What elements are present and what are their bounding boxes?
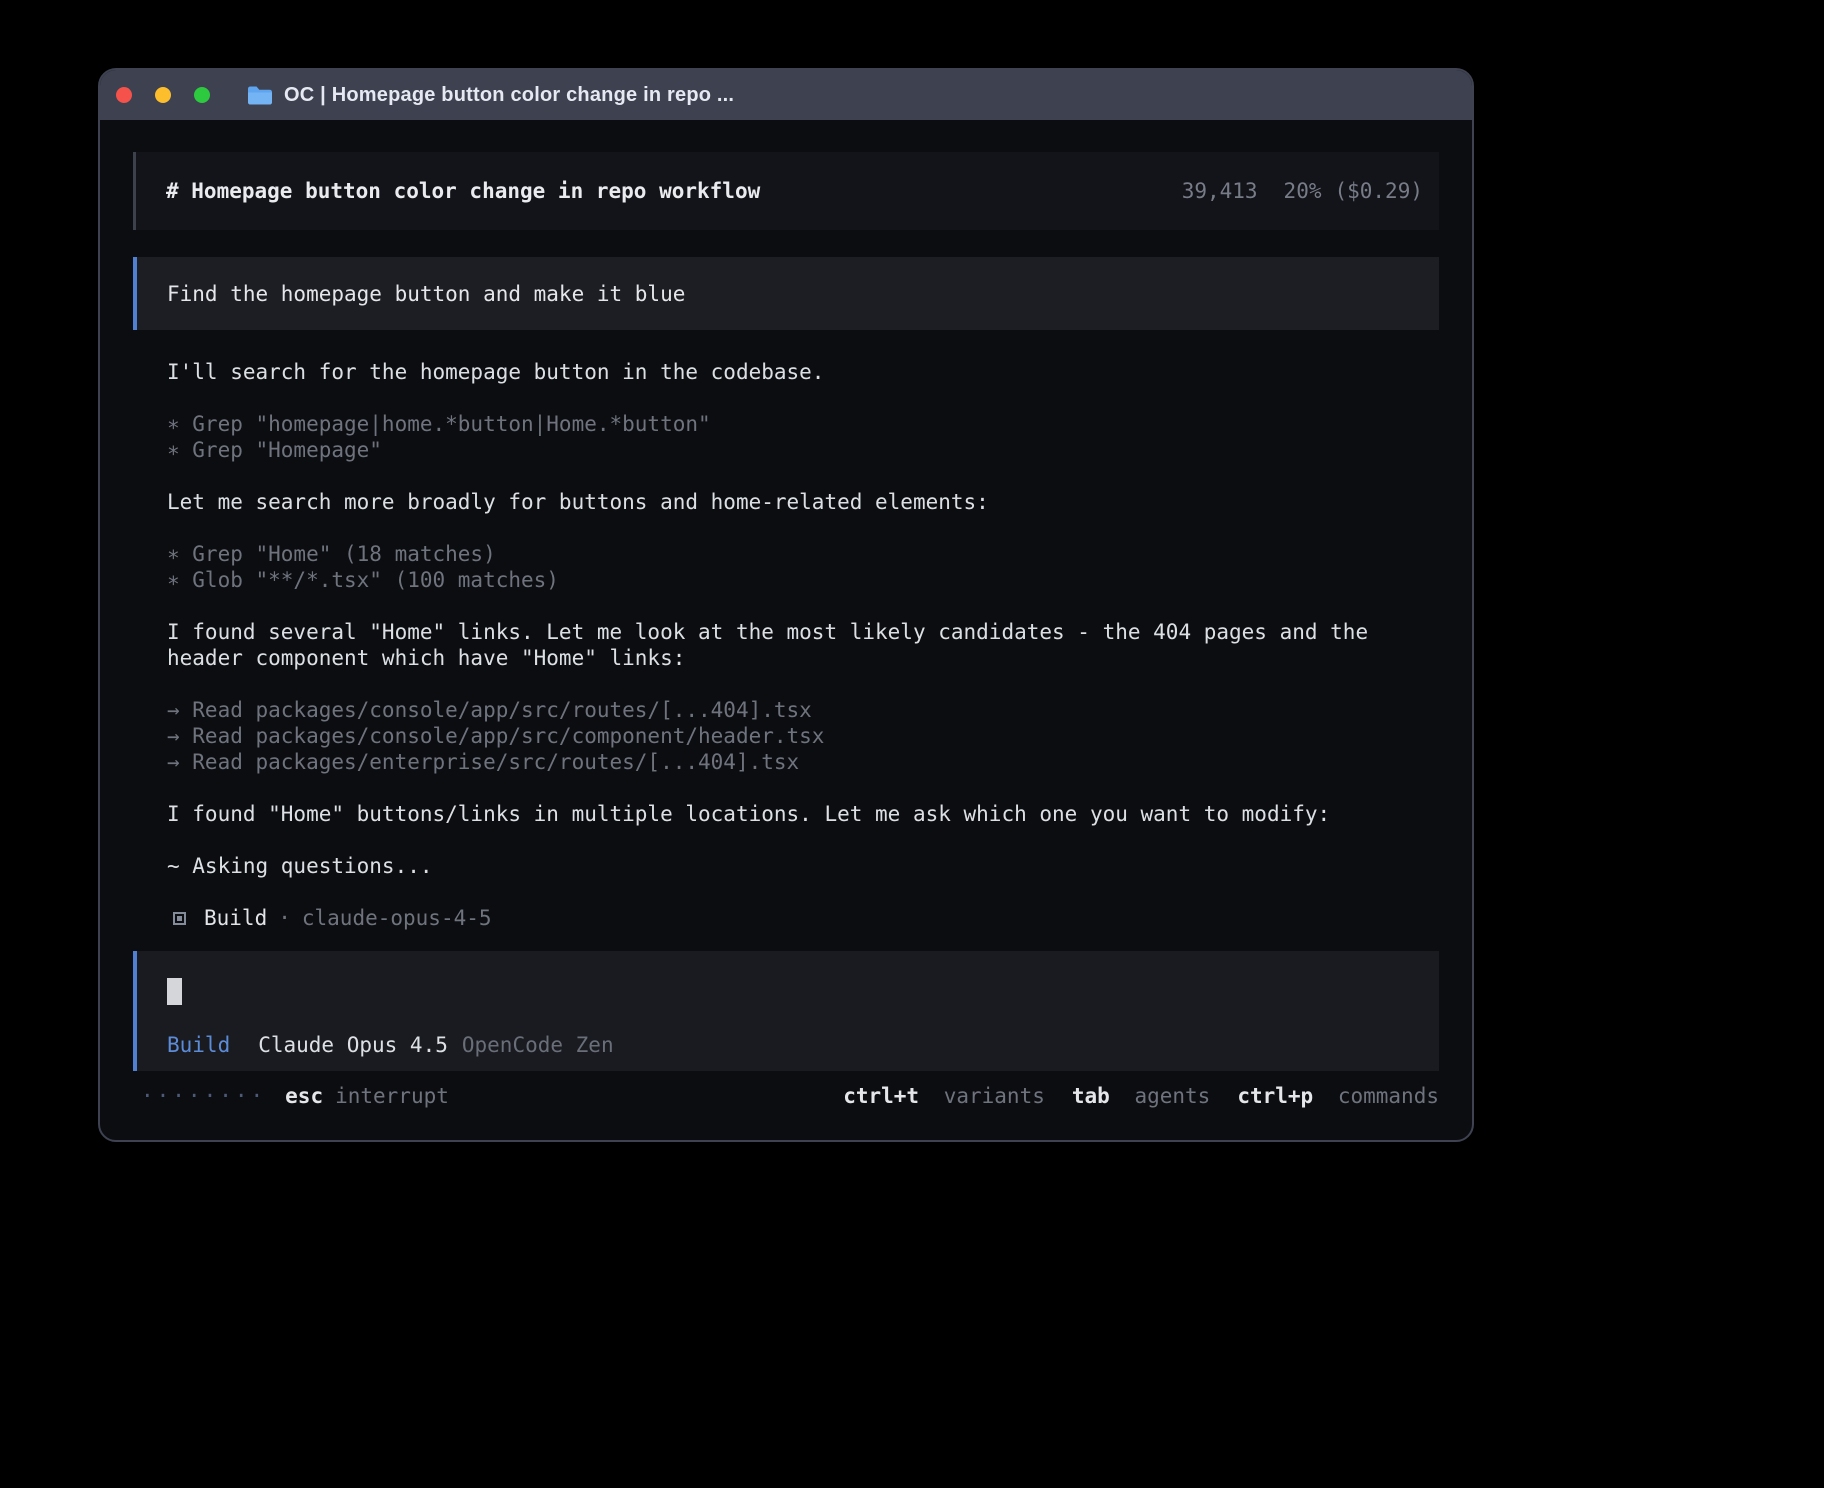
terminal-content: # Homepage button color change in repo w… — [100, 152, 1472, 1142]
zoom-window-button[interactable] — [194, 87, 210, 103]
conversation: I'll search for the homepage button in t… — [167, 359, 1442, 931]
titlebar[interactable]: OC | Homepage button color change in rep… — [100, 70, 1472, 120]
agents-label: agents — [1134, 1084, 1210, 1108]
session-title: # Homepage button color change in repo w… — [166, 179, 760, 203]
statusbar-left: ········ esc interrupt — [141, 1084, 449, 1108]
provider-label: OpenCode Zen — [462, 1033, 614, 1057]
tool-call-glob: ∗ Glob "**/*.tsx" (100 matches) — [167, 567, 1442, 593]
tool-call-grep: ∗ Grep "homepage|home.*button|Home.*butt… — [167, 411, 1442, 437]
esc-key-hint: esc — [285, 1084, 323, 1108]
assistant-text: I found "Home" buttons/links in multiple… — [167, 801, 1442, 827]
agent-separator: · — [278, 905, 291, 931]
assistant-text: Let me search more broadly for buttons a… — [167, 489, 1442, 515]
statusbar-right: ctrl+t variants tab agents ctrl+p comman… — [816, 1084, 1439, 1108]
tool-call-grep: ∗ Grep "Home" (18 matches) — [167, 541, 1442, 567]
tool-call-read: → Read packages/console/app/src/routes/[… — [167, 697, 1442, 723]
prompt-input[interactable]: Build Claude Opus 4.5 OpenCode Zen — [133, 951, 1439, 1071]
text-cursor — [167, 978, 182, 1005]
session-header: # Homepage button color change in repo w… — [133, 152, 1439, 230]
model-label[interactable]: Claude Opus 4.5 — [258, 1033, 448, 1057]
input-footer: Build Claude Opus 4.5 OpenCode Zen — [167, 1033, 614, 1057]
session-stats: 39,413 20% ($0.29) — [1182, 179, 1423, 203]
hint-agents: tab agents — [1072, 1084, 1210, 1108]
session-cost: ($0.29) — [1334, 179, 1423, 203]
statusbar: ········ esc interrupt ctrl+t variants t… — [133, 1084, 1439, 1108]
tab-key-hint: tab — [1072, 1084, 1110, 1108]
minimize-window-button[interactable] — [155, 87, 171, 103]
close-window-button[interactable] — [116, 87, 132, 103]
hint-commands: ctrl+p commands — [1237, 1084, 1439, 1108]
traffic-lights — [116, 87, 233, 103]
esc-key-label: interrupt — [335, 1084, 449, 1108]
context-percent: 20% — [1284, 179, 1322, 203]
agent-name: Build — [204, 905, 267, 931]
commands-label: commands — [1338, 1084, 1439, 1108]
agent-model: claude-opus-4-5 — [302, 905, 492, 931]
agent-mode-label[interactable]: Build — [167, 1033, 230, 1057]
tool-call-read: → Read packages/enterprise/src/routes/[.… — [167, 749, 1442, 775]
ctrl-t-key-hint: ctrl+t — [843, 1084, 919, 1108]
folder-icon — [247, 85, 273, 106]
title-wrap: OC | Homepage button color change in rep… — [247, 84, 734, 107]
ctrl-p-key-hint: ctrl+p — [1237, 1084, 1313, 1108]
agent-icon — [173, 912, 186, 925]
window-title: OC | Homepage button color change in rep… — [284, 84, 734, 107]
token-count: 39,413 — [1182, 179, 1258, 203]
user-message-text: Find the homepage button and make it blu… — [167, 282, 685, 306]
assistant-text: I'll search for the homepage button in t… — [167, 359, 1442, 385]
assistant-text: I found several "Home" links. Let me loo… — [167, 619, 1442, 671]
spinner-dots: ········ — [141, 1084, 266, 1108]
tool-call-grep: ∗ Grep "Homepage" — [167, 437, 1442, 463]
asking-questions-status: ~ Asking questions... — [167, 853, 1442, 879]
variants-label: variants — [944, 1084, 1045, 1108]
tool-call-read: → Read packages/console/app/src/componen… — [167, 723, 1442, 749]
user-message: Find the homepage button and make it blu… — [133, 257, 1439, 330]
agent-status-line: Build · claude-opus-4-5 — [167, 905, 1442, 931]
hint-variants: ctrl+t variants — [843, 1084, 1045, 1108]
terminal-window: OC | Homepage button color change in rep… — [98, 68, 1474, 1142]
